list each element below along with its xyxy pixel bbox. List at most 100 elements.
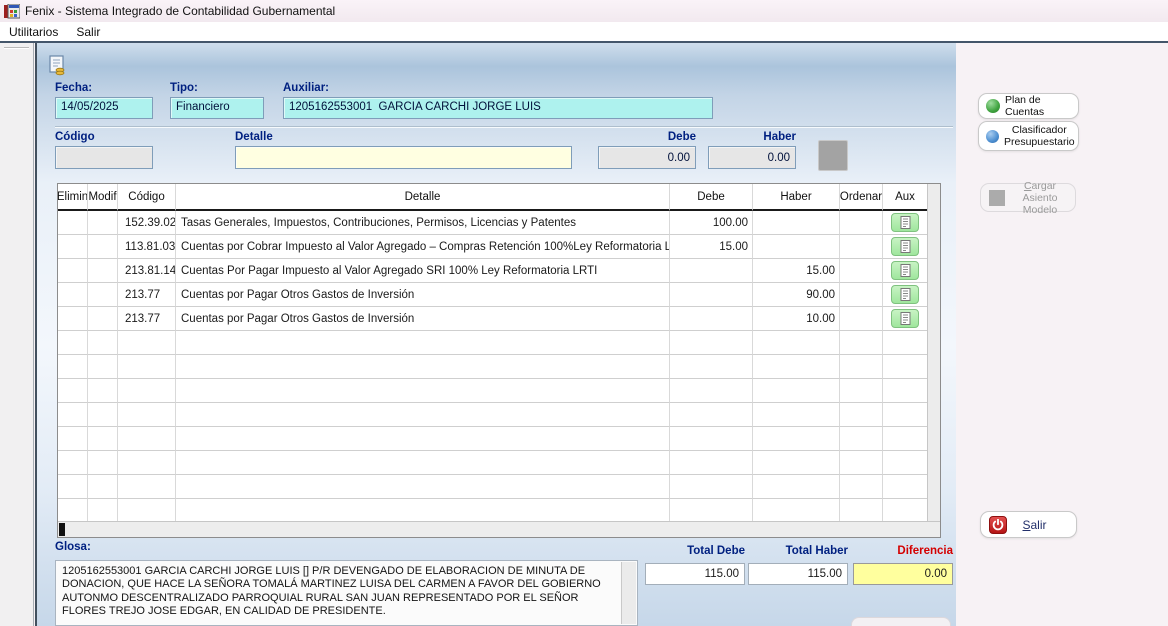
- glosa-scrollbar[interactable]: [621, 562, 636, 624]
- aux-button[interactable]: [891, 237, 919, 256]
- titlebar: Fenix - Sistema Integrado de Contabilida…: [0, 0, 1168, 22]
- clasificador-presupuestario-button[interactable]: Clasificador Presupuestario: [978, 121, 1079, 151]
- window-title: Fenix - Sistema Integrado de Contabilida…: [25, 4, 335, 18]
- plan-de-cuentas-label: Plan de Cuentas: [1005, 94, 1078, 118]
- codigo-cell: 213.77: [118, 283, 176, 307]
- haber-label: Haber: [708, 131, 796, 143]
- empty-table-row[interactable]: [58, 475, 928, 499]
- modif-cell[interactable]: [88, 211, 118, 235]
- total-debe-label: Total Debe: [645, 545, 745, 557]
- detalle-cell: Cuentas por Pagar Otros Gastos de Invers…: [176, 283, 670, 307]
- table-row[interactable]: 213.77 Cuentas por Pagar Otros Gastos de…: [58, 307, 928, 331]
- salir-button[interactable]: Salir: [980, 511, 1077, 538]
- detalle-cell: Cuentas por Cobrar Impuesto al Valor Agr…: [176, 235, 670, 259]
- menubar: Utilitarios Salir: [0, 22, 1168, 41]
- scrollbar-thumb[interactable]: [59, 523, 65, 536]
- entries-table: Elimin Modif Código Detalle Debe Haber O…: [57, 183, 941, 538]
- power-icon: [989, 516, 1007, 534]
- menu-utilitarios[interactable]: Utilitarios: [0, 23, 67, 41]
- codigo-cell: 152.39.02: [118, 211, 176, 235]
- header-modif: Modif: [88, 184, 118, 211]
- modif-cell[interactable]: [88, 259, 118, 283]
- elimin-cell[interactable]: [58, 259, 88, 283]
- debe-cell: [670, 259, 753, 283]
- total-debe-field: 115.00: [645, 563, 745, 585]
- cutoff-button[interactable]: [851, 617, 951, 626]
- aux-cell: [883, 211, 927, 235]
- empty-table-row[interactable]: [58, 499, 928, 523]
- app-window: Fenix - Sistema Integrado de Contabilida…: [0, 0, 1168, 626]
- cargar-asiento-modelo-button[interactable]: Cargar Asiento Modelo: [980, 183, 1076, 212]
- empty-table-row[interactable]: [58, 331, 928, 355]
- ordenar-cell[interactable]: [840, 283, 883, 307]
- debe-input[interactable]: 0.00: [598, 146, 696, 169]
- debe-cell: [670, 283, 753, 307]
- aux-cell: [883, 283, 927, 307]
- elimin-cell[interactable]: [58, 307, 88, 331]
- table-row[interactable]: 152.39.02 Tasas Generales, Impuestos, Co…: [58, 211, 928, 235]
- app-icon: [4, 4, 20, 19]
- glosa-textarea[interactable]: 1205162553001 GARCIA CARCHI JORGE LUIS […: [55, 560, 638, 626]
- total-haber-label: Total Haber: [748, 545, 848, 557]
- ordenar-cell[interactable]: [840, 259, 883, 283]
- table-header-row: Elimin Modif Código Detalle Debe Haber O…: [58, 184, 928, 211]
- haber-cell: 90.00: [753, 283, 840, 307]
- plan-de-cuentas-button[interactable]: Plan de Cuentas: [978, 93, 1079, 119]
- glosa-label: Glosa:: [55, 541, 91, 553]
- empty-table-row[interactable]: [58, 451, 928, 475]
- header-elimin: Elimin: [58, 184, 88, 211]
- aux-button[interactable]: [891, 213, 919, 232]
- table-vertical-scrollbar[interactable]: [927, 184, 940, 522]
- menu-salir[interactable]: Salir: [67, 23, 109, 41]
- new-entry-icon[interactable]: [47, 55, 68, 79]
- table-row[interactable]: 213.81.14 Cuentas Por Pagar Impuesto al …: [58, 259, 928, 283]
- glosa-text: 1205162553001 GARCIA CARCHI JORGE LUIS […: [62, 565, 601, 617]
- aux-button[interactable]: [891, 309, 919, 328]
- ordenar-cell[interactable]: [840, 235, 883, 259]
- ordenar-cell[interactable]: [840, 307, 883, 331]
- table-row[interactable]: 213.77 Cuentas por Pagar Otros Gastos de…: [58, 283, 928, 307]
- codigo-input[interactable]: [55, 146, 153, 169]
- detalle-input[interactable]: [235, 146, 572, 169]
- aux-cell: [883, 259, 927, 283]
- haber-input[interactable]: 0.00: [708, 146, 796, 169]
- header-codigo: Código: [118, 184, 176, 211]
- detalle-cell: Tasas Generales, Impuestos, Contribucion…: [176, 211, 670, 235]
- add-entry-button[interactable]: [818, 140, 848, 171]
- splitter-handle[interactable]: [4, 47, 29, 49]
- clasificador-label: Clasificador Presupuestario: [1004, 124, 1081, 148]
- tipo-input[interactable]: Financiero: [170, 97, 264, 119]
- header-aux: Aux: [883, 184, 927, 211]
- detalle-cell: Cuentas por Pagar Otros Gastos de Invers…: [176, 307, 670, 331]
- codigo-cell: 213.77: [118, 307, 176, 331]
- fecha-input[interactable]: 14/05/2025: [55, 97, 153, 119]
- ordenar-cell[interactable]: [840, 211, 883, 235]
- codigo-cell: 113.81.03: [118, 235, 176, 259]
- aux-cell: [883, 307, 927, 331]
- header-debe: Debe: [670, 184, 753, 211]
- elimin-cell[interactable]: [58, 235, 88, 259]
- diferencia-label: Diferencia: [853, 545, 953, 557]
- aux-button[interactable]: [891, 285, 919, 304]
- haber-cell: [753, 211, 840, 235]
- aux-cell: [883, 235, 927, 259]
- fecha-label: Fecha:: [55, 82, 92, 94]
- gray-square-icon: [989, 190, 1005, 206]
- modif-cell[interactable]: [88, 283, 118, 307]
- empty-table-row[interactable]: [58, 355, 928, 379]
- haber-cell: 15.00: [753, 259, 840, 283]
- diferencia-field: 0.00: [853, 563, 953, 585]
- elimin-cell[interactable]: [58, 283, 88, 307]
- empty-table-row[interactable]: [58, 427, 928, 451]
- modif-cell[interactable]: [88, 235, 118, 259]
- tipo-label: Tipo:: [170, 82, 198, 94]
- elimin-cell[interactable]: [58, 211, 88, 235]
- aux-button[interactable]: [891, 261, 919, 280]
- table-horizontal-scrollbar[interactable]: [58, 521, 940, 537]
- detalle-label: Detalle: [235, 131, 273, 143]
- table-row[interactable]: 113.81.03 Cuentas por Cobrar Impuesto al…: [58, 235, 928, 259]
- modif-cell[interactable]: [88, 307, 118, 331]
- auxiliar-input[interactable]: 1205162553001 GARCIA CARCHI JORGE LUIS: [283, 97, 713, 119]
- empty-table-row[interactable]: [58, 379, 928, 403]
- empty-table-row[interactable]: [58, 403, 928, 427]
